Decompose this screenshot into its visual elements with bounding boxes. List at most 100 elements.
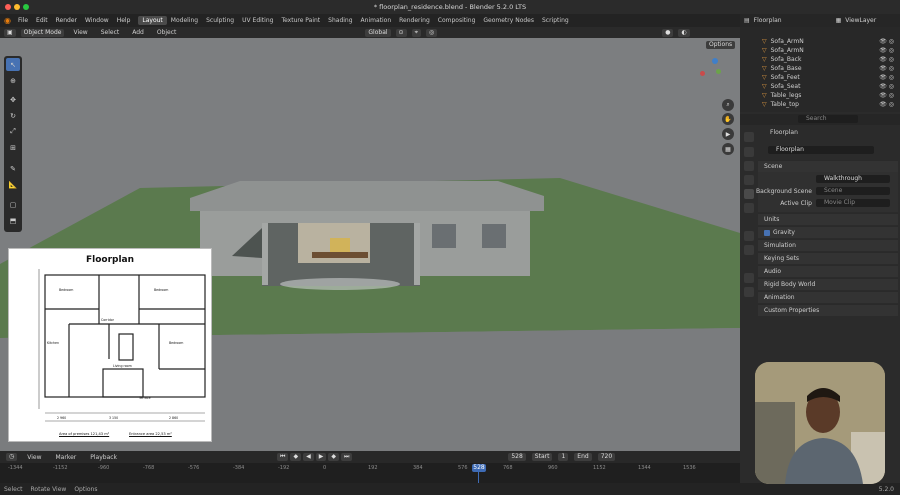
outliner-row[interactable]: ▽ Sofa_Seat 👁 ◎ [740, 82, 900, 91]
measure-tool-icon[interactable]: 📐 [6, 178, 20, 191]
workspace-tab-sculpting[interactable]: Sculpting [202, 16, 238, 25]
physics-tab-icon[interactable] [744, 273, 754, 283]
zoom-icon[interactable]: ⌕ [722, 99, 734, 111]
next-key-icon[interactable]: ◆ [328, 453, 339, 461]
camera-field[interactable]: Walkthrough [816, 175, 890, 183]
workspace-tab-scripting[interactable]: Scripting [538, 16, 573, 25]
end-frame-field[interactable]: 720 [597, 453, 616, 461]
workspace-tab-shading[interactable]: Shading [324, 16, 356, 25]
viewport-menu-view[interactable]: View [69, 29, 91, 36]
workspace-tab-rendering[interactable]: Rendering [395, 16, 434, 25]
minimize-window-button[interactable] [14, 4, 20, 10]
units-panel-header[interactable]: Units [758, 213, 898, 225]
view-layer-tab-icon[interactable] [744, 175, 754, 185]
timeline-area[interactable]: -1344 -1152 -960 -768 -576 -384 -192 0 192 384 576… [0, 463, 740, 483]
select-box-tool-icon[interactable]: ↖ [6, 58, 20, 71]
shading-solid-icon[interactable]: ● [662, 28, 674, 37]
jump-end-icon[interactable]: ⏭ [340, 453, 353, 461]
proportional-edit-icon[interactable]: ◎ [425, 28, 438, 37]
workspace-tab-geometry-nodes[interactable]: Geometry Nodes [479, 16, 538, 25]
snap-icon[interactable]: ⌖ [411, 28, 421, 37]
render-tab-icon[interactable] [744, 147, 754, 157]
timeline-menu-playback[interactable]: Playback [86, 454, 121, 461]
outliner-row[interactable]: ▽ Table_top 👁 ◎ [740, 100, 900, 109]
active-clip-field[interactable]: Movie Clip [816, 199, 890, 207]
zoom-window-button[interactable] [23, 4, 29, 10]
nav-gizmo-z-icon[interactable] [712, 58, 718, 64]
workspace-tab-uv-editing[interactable]: UV Editing [238, 16, 277, 25]
output-tab-icon[interactable] [744, 161, 754, 171]
nav-gizmo-x-icon[interactable] [700, 71, 705, 76]
menu-file[interactable]: File [14, 17, 32, 24]
move-tool-icon[interactable]: ✥ [6, 93, 20, 106]
outliner-row[interactable]: ▽ Sofa_Base 👁 ◎ [740, 64, 900, 73]
scene-datablock-field[interactable]: Floorplan [768, 146, 874, 154]
timeline-editor-type-icon[interactable]: ◷ [6, 453, 18, 461]
viewport-menu-add[interactable]: Add [128, 29, 148, 36]
menu-edit[interactable]: Edit [32, 17, 52, 24]
outliner-row[interactable]: ▽ Sofa_ArmN 👁 ◎ [740, 37, 900, 46]
menu-help[interactable]: Help [113, 17, 135, 24]
scene-name-field[interactable]: Floorplan [754, 17, 782, 24]
rotate-tool-icon[interactable]: ↻ [6, 109, 20, 122]
transform-orientation-dropdown[interactable]: Global [365, 28, 391, 37]
workspace-tab-animation[interactable]: Animation [357, 16, 396, 25]
transform-tool-icon[interactable]: ⊞ [6, 141, 20, 154]
close-window-button[interactable] [5, 4, 11, 10]
gravity-panel-header[interactable]: Gravity [758, 226, 898, 238]
blender-logo-icon[interactable]: ◉ [4, 16, 11, 25]
prev-key-icon[interactable]: ◆ [290, 453, 302, 461]
editor-type-button[interactable]: ▣ [4, 28, 16, 37]
workspace-tab-modeling[interactable]: Modeling [167, 16, 202, 25]
modifier-tab-icon[interactable] [744, 245, 754, 255]
timeline-menu-view[interactable]: View [23, 454, 45, 461]
play-reverse-icon[interactable]: ◀ [303, 453, 314, 461]
scene-icon[interactable]: ▤ [744, 17, 750, 24]
viewport-menu-select[interactable]: Select [97, 29, 124, 36]
camera-view-icon[interactable]: ▶ [722, 128, 734, 140]
object-tab-icon[interactable] [744, 231, 754, 241]
view-layer-field[interactable]: ViewLayer [845, 17, 876, 24]
background-scene-field[interactable]: Scene [816, 187, 890, 195]
scale-tool-icon[interactable]: ⤢ [6, 125, 20, 138]
animation-panel-header[interactable]: Animation [758, 291, 898, 303]
material-tab-icon[interactable] [744, 287, 754, 297]
shading-material-icon[interactable]: ◐ [678, 28, 690, 37]
annotate-tool-icon[interactable]: ✎ [6, 162, 20, 175]
perspective-toggle-icon[interactable]: ▦ [722, 143, 734, 155]
custom-properties-panel-header[interactable]: Custom Properties [758, 304, 898, 316]
jump-start-icon[interactable]: ⏮ [277, 453, 289, 461]
timeline-menu-marker[interactable]: Marker [52, 454, 81, 461]
pivot-point-icon[interactable]: ⊙ [395, 28, 407, 37]
keying-sets-panel-header[interactable]: Keying Sets [758, 252, 898, 264]
object-mode-dropdown[interactable]: Object Mode [20, 28, 65, 37]
view-layer-icon[interactable]: ▦ [836, 17, 842, 24]
extrude-tool-icon[interactable]: ⬒ [6, 214, 20, 227]
viewport-menu-object[interactable]: Object [153, 29, 181, 36]
simulation-panel-header[interactable]: Simulation [758, 239, 898, 251]
outliner-row[interactable]: ▽ Table_legs 👁 ◎ [740, 91, 900, 100]
menu-window[interactable]: Window [81, 17, 113, 24]
pan-hand-icon[interactable]: ✋ [722, 113, 734, 125]
playhead-marker[interactable]: 528 [472, 464, 486, 472]
scene-panel-header[interactable]: Scene [758, 160, 898, 172]
menu-render[interactable]: Render [52, 17, 81, 24]
play-icon[interactable]: ▶ [315, 453, 327, 461]
cursor-tool-icon[interactable]: ⊕ [6, 74, 20, 87]
rigid-body-world-panel-header[interactable]: Rigid Body World [758, 278, 898, 290]
start-frame-field[interactable]: 1 [558, 453, 569, 461]
workspace-tab-texture-paint[interactable]: Texture Paint [277, 16, 324, 25]
workspace-tab-compositing[interactable]: Compositing [434, 16, 480, 25]
tool-tab-icon[interactable] [744, 132, 754, 142]
outliner-row[interactable]: ▽ Sofa_Feet 👁 ◎ [740, 73, 900, 82]
outliner-row[interactable]: ▽ Sofa_ArmN 👁 ◎ [740, 46, 900, 55]
gravity-checkbox[interactable] [764, 229, 770, 236]
outliner-row[interactable]: ▽ Sofa_Back 👁 ◎ [740, 55, 900, 64]
nav-gizmo-y-icon[interactable] [716, 69, 721, 74]
properties-search[interactable]: Search [798, 115, 858, 123]
options-button[interactable]: Options [706, 41, 736, 49]
current-frame-field[interactable]: 528 [508, 453, 526, 461]
timeline-ruler[interactable]: -1344 -1152 -960 -768 -576 -384 -192 0 192 384 576… [0, 465, 740, 473]
workspace-tab-layout[interactable]: Layout [138, 16, 167, 25]
add-cube-tool-icon[interactable]: ▢ [6, 198, 20, 211]
